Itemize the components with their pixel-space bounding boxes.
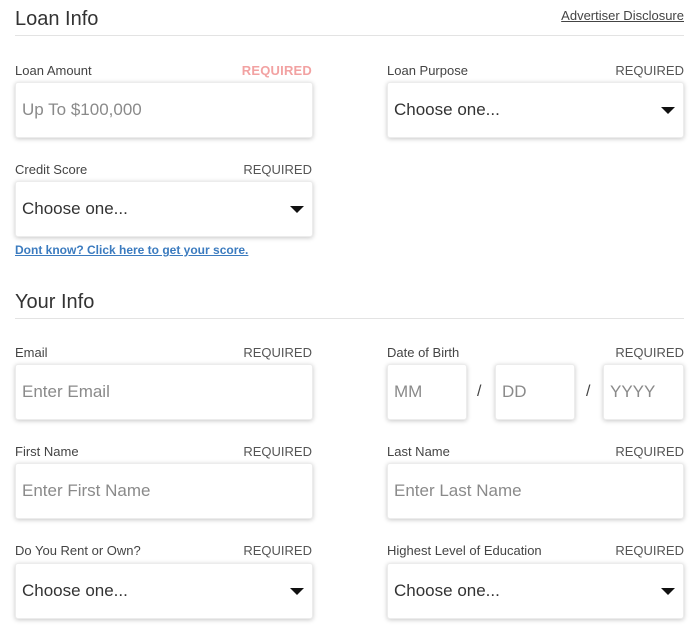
your-info-divider — [15, 318, 684, 319]
education-label: Highest Level of Education — [387, 543, 542, 558]
rent-own-label: Do You Rent or Own? — [15, 543, 141, 558]
first-name-input[interactable] — [16, 464, 312, 518]
loan-purpose-value: Choose one... — [394, 100, 500, 119]
credit-score-select[interactable]: Choose one... — [15, 181, 313, 237]
first-name-field — [15, 463, 313, 519]
dob-separator: / — [477, 383, 482, 400]
rent-own-required: REQUIRED — [243, 543, 312, 558]
email-input[interactable] — [16, 365, 312, 419]
loan-info-title: Loan Info — [15, 8, 99, 30]
rent-own-value: Choose one... — [22, 581, 128, 600]
education-required: REQUIRED — [615, 543, 684, 558]
dob-day-input[interactable] — [496, 365, 574, 419]
loan-amount-required: REQUIRED — [241, 63, 312, 78]
dob-required: REQUIRED — [615, 345, 684, 360]
education-select[interactable]: Choose one... — [387, 563, 684, 619]
credit-score-required: REQUIRED — [243, 162, 312, 177]
last-name-required: REQUIRED — [615, 444, 684, 459]
last-name-input[interactable] — [388, 464, 683, 518]
dob-year-field — [603, 364, 684, 420]
loan-purpose-label: Loan Purpose — [387, 63, 468, 78]
loan-amount-input[interactable] — [16, 83, 312, 137]
chevron-down-icon — [661, 106, 675, 114]
credit-score-label: Credit Score — [15, 162, 88, 177]
loan-info-divider — [15, 35, 684, 36]
last-name-label: Last Name — [387, 444, 450, 459]
email-required: REQUIRED — [243, 345, 312, 360]
loan-purpose-required: REQUIRED — [615, 63, 684, 78]
dob-month-field — [387, 364, 467, 420]
loan-purpose-select[interactable]: Choose one... — [387, 82, 684, 138]
get-credit-score-link[interactable]: Dont know? Click here to get your score. — [15, 243, 248, 257]
first-name-required: REQUIRED — [243, 444, 312, 459]
email-field — [15, 364, 313, 420]
loan-amount-field — [15, 82, 313, 138]
dob-separator: / — [586, 383, 591, 400]
rent-own-select[interactable]: Choose one... — [15, 563, 313, 619]
email-label: Email — [15, 345, 48, 360]
education-value: Choose one... — [394, 581, 500, 600]
last-name-field — [387, 463, 684, 519]
chevron-down-icon — [661, 587, 675, 595]
loan-form: Loan Info Advertiser Disclosure Loan Amo… — [0, 0, 700, 633]
advertiser-disclosure-link[interactable]: Advertiser Disclosure — [561, 8, 684, 23]
dob-year-input[interactable] — [604, 365, 683, 419]
dob-day-field — [495, 364, 575, 420]
chevron-down-icon — [290, 587, 304, 595]
loan-amount-label: Loan Amount — [15, 63, 92, 78]
chevron-down-icon — [290, 205, 304, 213]
dob-label: Date of Birth — [387, 345, 460, 360]
first-name-label: First Name — [15, 444, 79, 459]
your-info-title: Your Info — [15, 291, 95, 313]
credit-score-value: Choose one... — [22, 199, 128, 218]
dob-month-input[interactable] — [388, 365, 466, 419]
